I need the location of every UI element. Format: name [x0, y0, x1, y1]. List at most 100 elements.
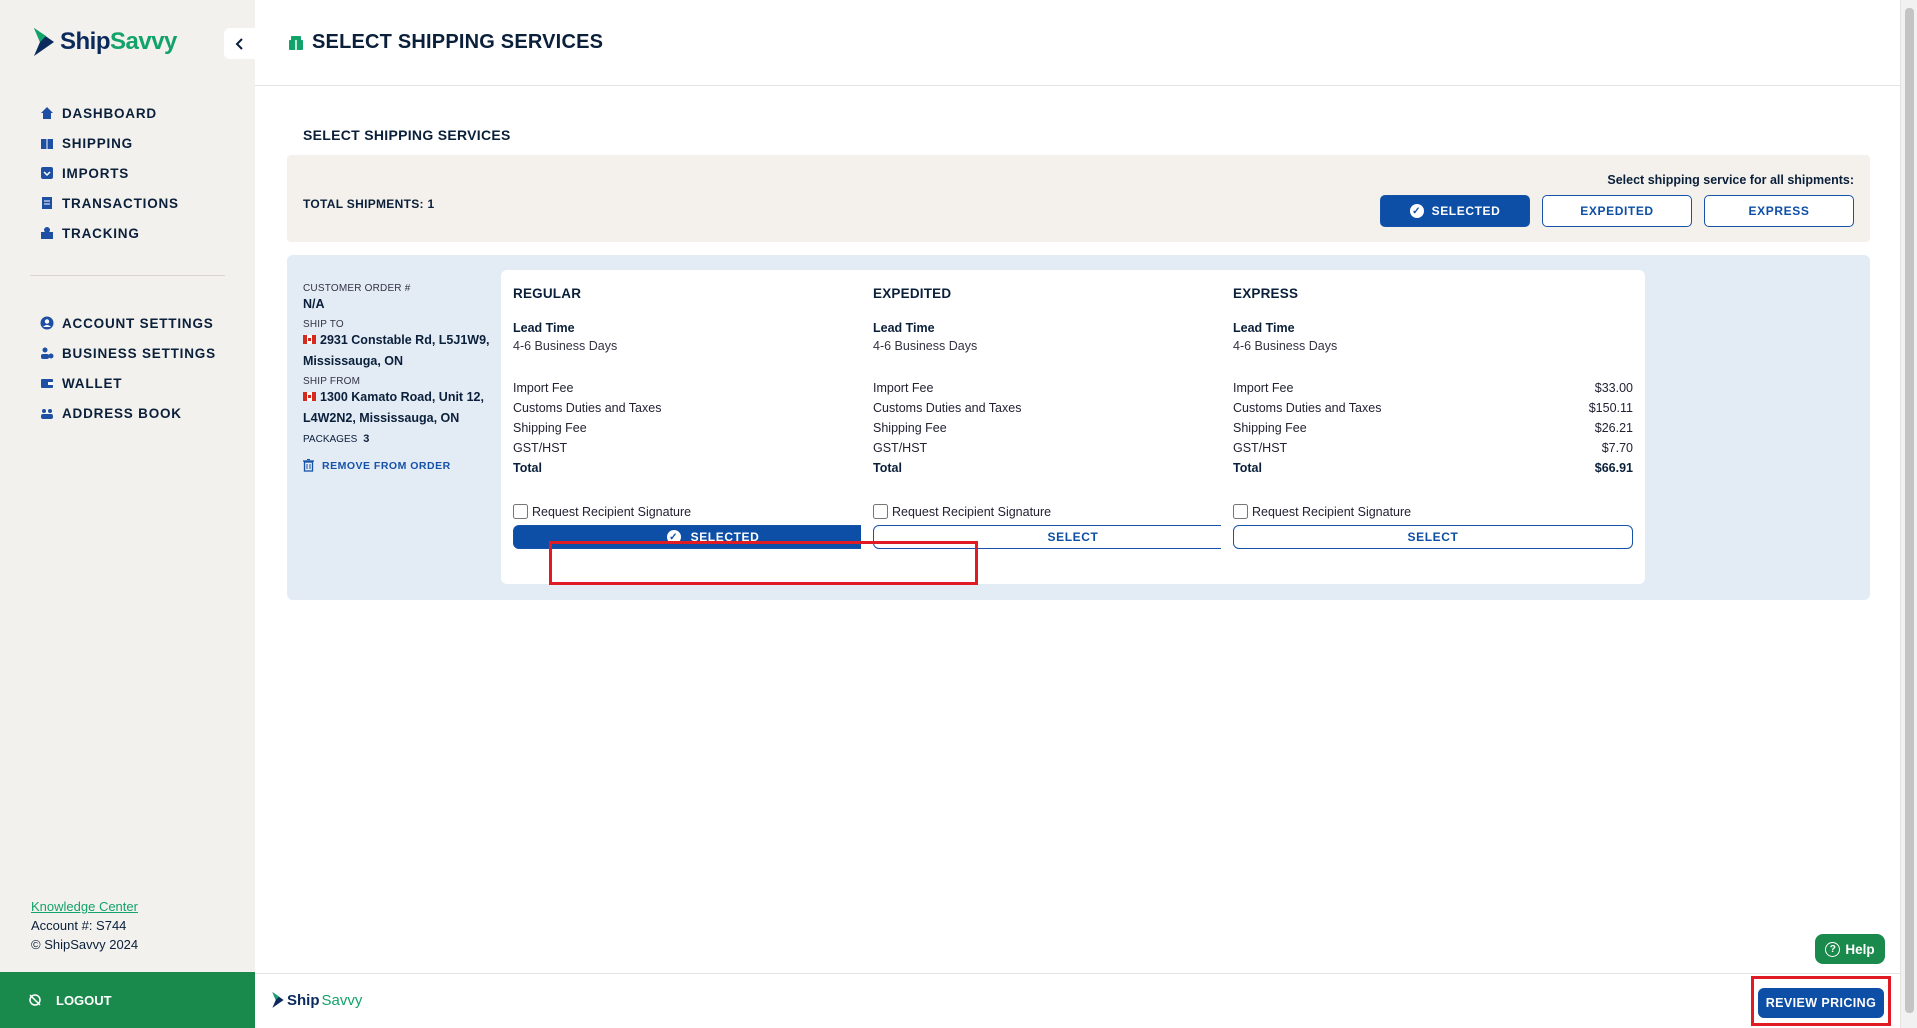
sidebar-footer: Knowledge Center Account #: S744 © ShipS…: [31, 897, 138, 954]
help-button[interactable]: ? Help: [1815, 934, 1885, 964]
order-panel: CUSTOMER ORDER # N/A SHIP TO 2931 Consta…: [287, 255, 1870, 600]
sidebar-item-dashboard[interactable]: DASHBOARD: [40, 98, 179, 128]
vertical-scrollbar[interactable]: [1900, 0, 1917, 1028]
total-value: $66.91: [1594, 461, 1633, 475]
sidebar-item-account-settings[interactable]: ACCOUNT SETTINGS: [40, 308, 216, 338]
all-express-button[interactable]: EXPRESS: [1704, 195, 1854, 227]
fee-label: Import Fee: [873, 381, 934, 395]
lead-time-value: 4-6 Business Days: [513, 339, 618, 353]
select-all-buttons: ✓ SELECTED EXPEDITED EXPRESS: [1380, 195, 1854, 227]
sidebar-item-label: WALLET: [62, 375, 123, 391]
logout-icon: [29, 994, 41, 1006]
customer-order-value: N/A: [303, 297, 325, 311]
customer-order-label: CUSTOMER ORDER #: [303, 283, 411, 294]
fee-row: GST/HST$6.70: [873, 438, 1273, 458]
total-row: Total$58.20: [873, 458, 1273, 478]
signature-checkbox[interactable]: [873, 504, 888, 519]
collapse-sidebar-button[interactable]: [224, 28, 255, 59]
all-regular-selected-button[interactable]: ✓ SELECTED: [1380, 195, 1530, 227]
remove-from-order-button[interactable]: REMOVE FROM ORDER: [303, 459, 503, 472]
order-info: CUSTOMER ORDER # N/A SHIP TO 2931 Consta…: [303, 283, 503, 472]
signature-option[interactable]: Request Recipient Signature: [1233, 504, 1633, 519]
sidebar-item-label: ACCOUNT SETTINGS: [62, 315, 214, 331]
logout-label: LOGOUT: [56, 992, 112, 1008]
knowledge-center-link[interactable]: Knowledge Center: [31, 899, 138, 914]
sidebar-item-transactions[interactable]: TRANSACTIONS: [40, 188, 179, 218]
sidebar-item-imports[interactable]: IMPORTS: [40, 158, 179, 188]
fee-label: Import Fee: [1233, 381, 1294, 395]
packages-count: PACKAGES 3: [303, 433, 503, 445]
sidebar-item-wallet[interactable]: WALLET: [40, 368, 216, 398]
ship-from-text: 1300 Kamato Road, Unit 12, L4W2N2, Missi…: [303, 390, 484, 425]
packages-value: 3: [363, 433, 370, 445]
signature-checkbox[interactable]: [513, 504, 528, 519]
address-book-icon: [40, 406, 54, 420]
signature-checkbox[interactable]: [1233, 504, 1248, 519]
canada-flag-icon: [303, 392, 316, 401]
ship-to-text: 2931 Constable Rd, L5J1W9, Mississauga, …: [303, 333, 490, 368]
package-icon: [289, 35, 303, 50]
sidebar-item-address-book[interactable]: ADDRESS BOOK: [40, 398, 216, 428]
button-label: EXPRESS: [1748, 204, 1810, 218]
fee-value: $150.11: [1588, 401, 1633, 415]
scrollbar-thumb[interactable]: [1905, 8, 1914, 1013]
fee-label: GST/HST: [873, 441, 928, 455]
sidebar-item-label: IMPORTS: [62, 165, 130, 181]
fee-row: Import Fee$33.00: [513, 378, 913, 398]
fee-row: Shipping Fee$13.74: [513, 418, 913, 438]
main-content: SELECT SHIPPING SERVICES SELECT SHIPPING…: [255, 0, 1900, 1028]
sidebar-item-business-settings[interactable]: BUSINESS SETTINGS: [40, 338, 216, 368]
footer-logo: Ship Savvy: [271, 991, 362, 1009]
nav-divider: [30, 275, 225, 276]
signature-option[interactable]: Request Recipient Signature: [513, 504, 913, 519]
fee-list: Import Fee$33.00Customs Duties and Taxes…: [513, 378, 913, 478]
canada-flag-icon: [303, 335, 316, 344]
sidebar-item-label: DASHBOARD: [62, 105, 157, 121]
fee-list: Import Fee$33.00Customs Duties and Taxes…: [1233, 378, 1633, 478]
fee-row: Customs Duties and Taxes$150.11: [873, 398, 1273, 418]
page-header: SELECT SHIPPING SERVICES: [255, 0, 1900, 86]
signature-label: Request Recipient Signature: [892, 504, 1052, 519]
fee-label: Shipping Fee: [873, 421, 947, 435]
copyright: © ShipSavvy 2024: [31, 937, 139, 952]
help-label: Help: [1845, 941, 1875, 957]
ship-to-address: 2931 Constable Rd, L5J1W9, Mississauga, …: [303, 330, 503, 372]
sidebar: ShipSavvy DASHBOARD SHIPPING IMPORTS TRANSA…: [0, 0, 255, 1028]
ship-from-label: SHIP FROM: [303, 376, 361, 387]
tracking-icon: [40, 226, 54, 240]
fee-label: Customs Duties and Taxes: [513, 401, 662, 415]
business-icon: [40, 346, 54, 360]
total-label: Total: [873, 461, 902, 475]
all-expedited-button[interactable]: EXPEDITED: [1542, 195, 1692, 227]
shipment-summary-bar: TOTAL SHIPMENTS: 1 Select shipping servi…: [287, 155, 1870, 242]
signature-option[interactable]: Request Recipient Signature: [873, 504, 1273, 519]
fee-label: Import Fee: [513, 381, 574, 395]
sidebar-item-shipping[interactable]: SHIPPING: [40, 128, 179, 158]
logout-button[interactable]: LOGOUT: [0, 972, 255, 1028]
chevron-left-icon: [235, 37, 243, 50]
shipsavvy-logo[interactable]: ShipSavvy: [32, 26, 177, 58]
wallet-icon: [40, 376, 54, 390]
sidebar-item-label: TRANSACTIONS: [62, 195, 179, 211]
sidebar-item-label: ADDRESS BOOK: [62, 405, 182, 421]
lead-time-label: Lead Time: [1233, 321, 1295, 335]
service-name: EXPEDITED: [873, 286, 952, 301]
import-icon: [40, 166, 54, 180]
service-name: REGULAR: [513, 286, 582, 301]
sidebar-item-tracking[interactable]: TRACKING: [40, 218, 179, 248]
ship-from-address: 1300 Kamato Road, Unit 12, L4W2N2, Missi…: [303, 387, 503, 429]
fee-row: Customs Duties and Taxes$150.11: [513, 398, 913, 418]
total-shipments: TOTAL SHIPMENTS: 1: [303, 197, 435, 211]
select-express-button[interactable]: SELECT: [1233, 525, 1633, 549]
button-label: SELECT: [1047, 530, 1099, 544]
logo-mark-icon: [272, 992, 284, 1008]
sidebar-item-label: BUSINESS SETTINGS: [62, 345, 216, 361]
fee-row: GST/HST$6.08: [513, 438, 913, 458]
fee-list: Import Fee$33.00Customs Duties and Taxes…: [873, 378, 1273, 478]
ship-to-label: SHIP TO: [303, 319, 344, 330]
select-all-label: Select shipping service for all shipment…: [1607, 173, 1854, 187]
total-label: Total: [1233, 461, 1262, 475]
fee-row: Import Fee$33.00: [873, 378, 1273, 398]
footer-logo-ship: Ship: [287, 991, 320, 1009]
document-icon: [40, 196, 54, 210]
